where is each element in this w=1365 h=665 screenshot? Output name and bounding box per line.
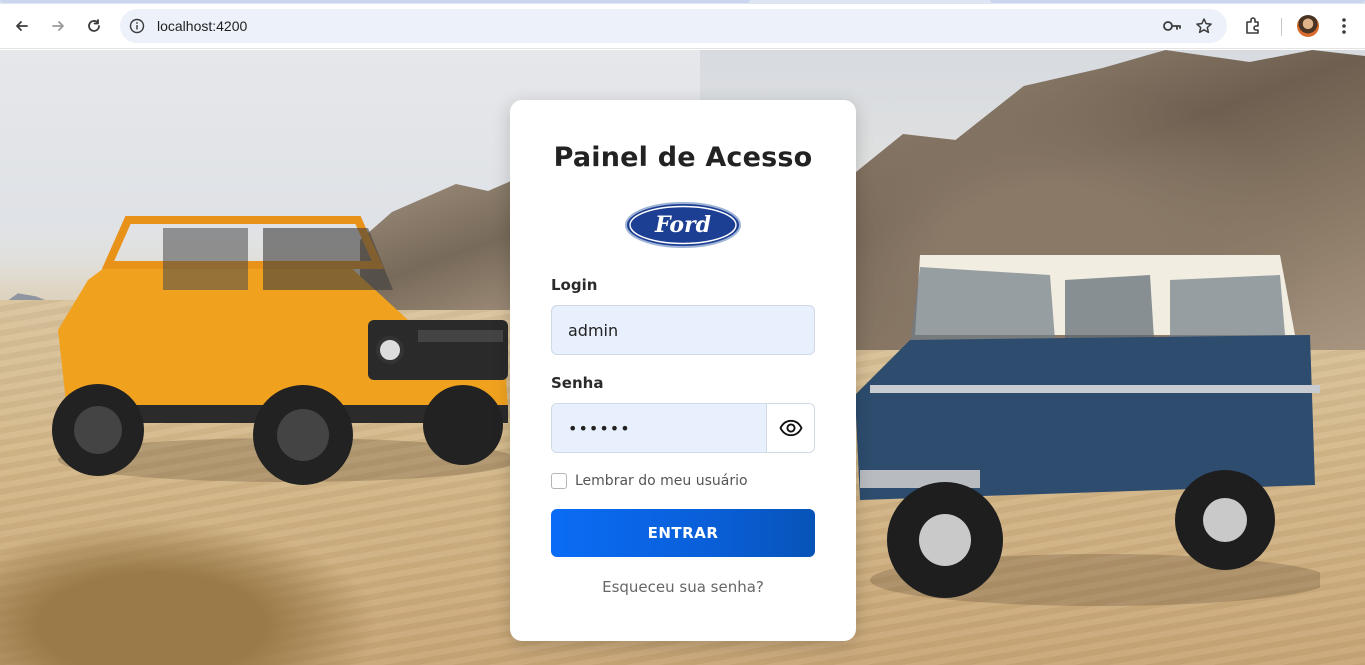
password-input[interactable]: ••••••	[552, 404, 766, 452]
password-field: ••••••	[551, 403, 815, 453]
remember-checkbox[interactable]	[551, 473, 567, 489]
url-text: localhost:4200	[157, 18, 248, 34]
password-key-icon[interactable]	[1162, 18, 1182, 34]
remember-label[interactable]: Lembrar do meu usuário	[575, 473, 748, 489]
tab-indicator	[0, 0, 750, 3]
ford-logo: Ford	[625, 202, 741, 248]
toggle-password-button[interactable]	[766, 404, 814, 452]
extensions-icon[interactable]	[1243, 16, 1263, 36]
reload-button[interactable]	[80, 12, 108, 40]
password-label: Senha	[551, 374, 604, 392]
back-button[interactable]	[8, 12, 36, 40]
kebab-menu-icon[interactable]	[1336, 16, 1352, 36]
browser-toolbar: localhost:4200	[0, 4, 1365, 49]
login-card: Painel de Acesso Ford Login admin Senha …	[510, 100, 856, 641]
svg-text:Ford: Ford	[654, 212, 711, 238]
blue-bronco-image	[855, 255, 1320, 606]
bookmark-star-icon[interactable]	[1195, 17, 1213, 35]
submit-button[interactable]: ENTRAR	[551, 509, 815, 557]
tab-indicator	[990, 0, 1365, 3]
login-input[interactable]: admin	[551, 305, 815, 355]
back-icon	[16, 21, 28, 31]
reload-icon	[88, 19, 100, 32]
page-title: Painel de Acesso	[553, 142, 813, 173]
site-info-icon[interactable]	[129, 18, 145, 34]
forward-button[interactable]	[44, 12, 72, 40]
dry-brush	[0, 520, 380, 665]
login-label: Login	[551, 276, 598, 294]
forward-icon	[52, 21, 64, 31]
profile-avatar[interactable]	[1297, 15, 1319, 37]
orange-bronco-image	[52, 216, 518, 485]
remember-me[interactable]: Lembrar do meu usuário	[551, 473, 748, 489]
toolbar-divider	[1281, 18, 1282, 36]
address-bar[interactable]: localhost:4200	[120, 9, 1227, 43]
forgot-password-link[interactable]: Esqueceu sua senha?	[510, 578, 856, 596]
eye-icon	[778, 419, 803, 437]
